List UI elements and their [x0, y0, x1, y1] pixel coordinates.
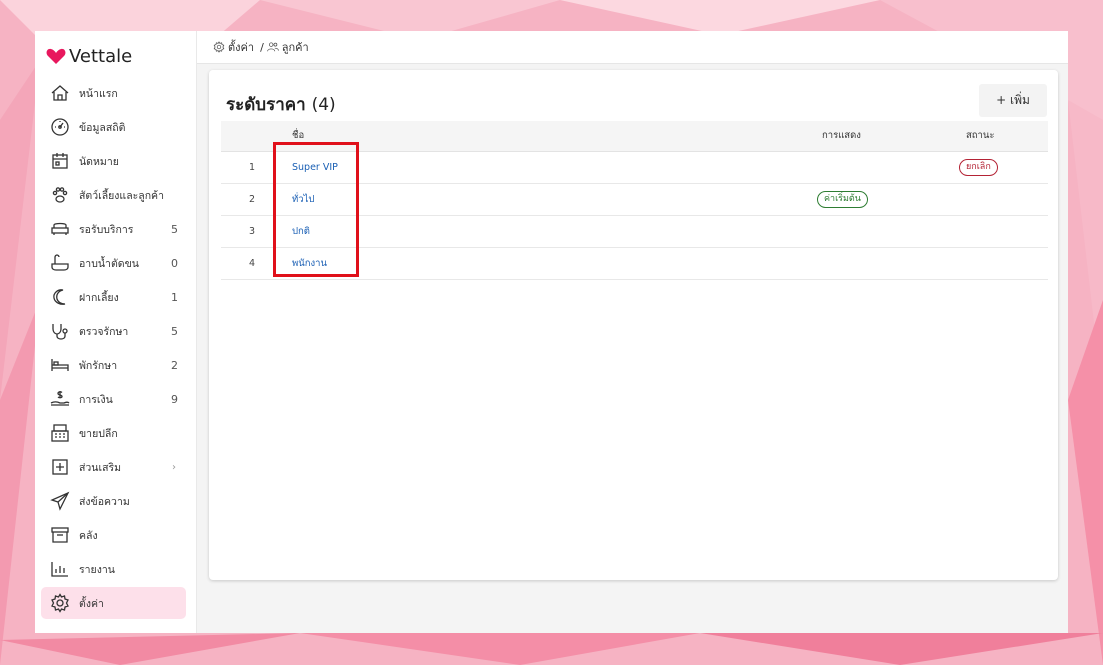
- sidebar-item-pets-customers[interactable]: สัตว์เลี้ยงและลูกค้า: [41, 179, 186, 211]
- row-index: 2: [249, 194, 256, 205]
- calendar-icon: [49, 150, 71, 172]
- sidebar-item-label: ข้อมูลสถิติ: [79, 121, 126, 134]
- count-badge: 5: [171, 324, 178, 338]
- sidebar: Vettale หน้าแรก ข้อมูลสถิติ นัดหมาย สัตว…: [35, 31, 197, 633]
- chevron-right-icon: ›: [172, 461, 176, 473]
- page-title-text: ระดับราคา: [226, 95, 306, 115]
- price-level-name-link[interactable]: พนักงาน: [292, 248, 327, 279]
- sidebar-item-appointments[interactable]: นัดหมาย: [41, 145, 186, 177]
- sidebar-item-label: พักรักษา: [79, 359, 118, 372]
- sidebar-item-label: นัดหมาย: [79, 155, 119, 168]
- sidebar-item-label: ส่วนเสริม: [79, 461, 122, 474]
- column-header-status[interactable]: สถานะ: [966, 121, 994, 151]
- row-index: 3: [249, 226, 256, 237]
- sidebar-item-treatment[interactable]: ตรวจรักษา 5: [41, 315, 186, 347]
- sidebar-nav: หน้าแรก ข้อมูลสถิติ นัดหมาย สัตว์เลี้ยงแ…: [41, 77, 186, 621]
- count-badge: 5: [171, 222, 178, 236]
- breadcrumb-customers: ลูกค้า: [281, 41, 309, 54]
- sidebar-item-label: ขายปลีก: [79, 427, 118, 440]
- bar-chart-icon: [49, 558, 71, 580]
- send-icon: [49, 490, 71, 512]
- display-cell: ค่าเริ่มต้น: [817, 184, 868, 215]
- customers-icon: [267, 42, 279, 52]
- heart-logo-icon: [46, 48, 66, 64]
- money-hand-icon: [49, 388, 71, 410]
- price-level-table: ชื่อ การแสดง สถานะ 1 Super VIP ยกเลิก 2 …: [221, 121, 1048, 280]
- sidebar-item-grooming[interactable]: อาบน้ำตัดขน 0: [41, 247, 186, 279]
- top-bar: ตั้งค่า / ลูกค้า: [197, 31, 1068, 64]
- price-level-name-link[interactable]: ทั่วไป: [292, 184, 314, 215]
- couch-icon: [49, 218, 71, 240]
- record-count: (4): [311, 95, 336, 115]
- column-header-name[interactable]: ชื่อ: [292, 121, 304, 151]
- sidebar-item-label: รายงาน: [79, 563, 115, 576]
- archive-icon: [49, 524, 71, 546]
- plus-box-icon: [49, 456, 71, 478]
- moon-icon: [49, 286, 71, 308]
- sidebar-item-retail[interactable]: ขายปลีก: [41, 417, 186, 449]
- add-button[interactable]: + เพิ่ม: [979, 84, 1047, 117]
- breadcrumb-settings[interactable]: ตั้งค่า: [228, 38, 254, 56]
- table-row[interactable]: 3 ปกติ: [221, 216, 1048, 248]
- stethoscope-icon: [49, 320, 71, 342]
- count-badge: 9: [171, 392, 178, 406]
- status-badge-cancelled: ยกเลิก: [959, 159, 998, 176]
- price-level-card: ระดับราคา (4) + เพิ่ม ชื่อ การแสดง สถานะ…: [209, 70, 1058, 580]
- sidebar-item-label: ฝากเลี้ยง: [79, 291, 119, 304]
- sidebar-item-label: การเงิน: [79, 393, 113, 406]
- sidebar-item-boarding[interactable]: ฝากเลี้ยง 1: [41, 281, 186, 313]
- count-badge: 0: [171, 256, 178, 270]
- count-badge: 2: [171, 358, 178, 372]
- status-cell: ยกเลิก: [959, 152, 998, 183]
- row-index: 1: [249, 162, 256, 173]
- breadcrumb: ตั้งค่า / ลูกค้า: [213, 38, 312, 56]
- gear-icon: [213, 41, 225, 53]
- cash-register-icon: [49, 422, 71, 444]
- sidebar-item-label: ส่งข้อความ: [79, 495, 130, 508]
- sidebar-item-label: รอรับบริการ: [79, 223, 134, 236]
- sidebar-item-label: สัตว์เลี้ยงและลูกค้า: [79, 189, 164, 202]
- brand-logo[interactable]: Vettale: [46, 45, 132, 67]
- table-header: ชื่อ การแสดง สถานะ: [221, 121, 1048, 152]
- sidebar-item-label: คลัง: [79, 529, 98, 542]
- sidebar-item-home[interactable]: หน้าแรก: [41, 77, 186, 109]
- dashboard-icon: [49, 116, 71, 138]
- sidebar-item-messages[interactable]: ส่งข้อความ: [41, 485, 186, 517]
- sidebar-item-label: ตรวจรักษา: [79, 325, 129, 338]
- home-icon: [49, 82, 71, 104]
- bathtub-icon: [49, 252, 71, 274]
- bed-icon: [49, 354, 71, 376]
- main-content: ตั้งค่า / ลูกค้า ระดับราคา (4) + เพิ่ม ช…: [197, 31, 1068, 633]
- default-badge: ค่าเริ่มต้น: [817, 191, 868, 208]
- row-index: 4: [249, 258, 256, 269]
- sidebar-item-inventory[interactable]: คลัง: [41, 519, 186, 551]
- count-badge: 1: [171, 290, 178, 304]
- column-header-display[interactable]: การแสดง: [822, 121, 861, 151]
- sidebar-item-label: อาบน้ำตัดขน: [79, 257, 139, 270]
- sidebar-item-finance[interactable]: การเงิน 9: [41, 383, 186, 415]
- sidebar-item-statistics[interactable]: ข้อมูลสถิติ: [41, 111, 186, 143]
- page-title: ระดับราคา (4): [226, 91, 336, 118]
- table-row[interactable]: 1 Super VIP ยกเลิก: [221, 152, 1048, 184]
- table-row[interactable]: 4 พนักงาน: [221, 248, 1048, 280]
- paw-icon: [49, 184, 71, 206]
- price-level-name-link[interactable]: ปกติ: [292, 216, 310, 247]
- sidebar-item-reports[interactable]: รายงาน: [41, 553, 186, 585]
- sidebar-item-label: หน้าแรก: [79, 87, 118, 100]
- sidebar-item-addons[interactable]: ส่วนเสริม ›: [41, 451, 186, 483]
- sidebar-item-waiting-service[interactable]: รอรับบริการ 5: [41, 213, 186, 245]
- sidebar-item-settings[interactable]: ตั้งค่า: [41, 587, 186, 619]
- app-window: Vettale หน้าแรก ข้อมูลสถิติ นัดหมาย สัตว…: [35, 31, 1068, 633]
- sidebar-item-label: ตั้งค่า: [79, 597, 104, 610]
- brand-name: Vettale: [69, 45, 133, 67]
- sidebar-item-hospitalization[interactable]: พักรักษา 2: [41, 349, 186, 381]
- table-row[interactable]: 2 ทั่วไป ค่าเริ่มต้น: [221, 184, 1048, 216]
- gear-icon: [49, 592, 71, 614]
- breadcrumb-separator: /: [260, 40, 264, 54]
- price-level-name-link[interactable]: Super VIP: [292, 152, 338, 183]
